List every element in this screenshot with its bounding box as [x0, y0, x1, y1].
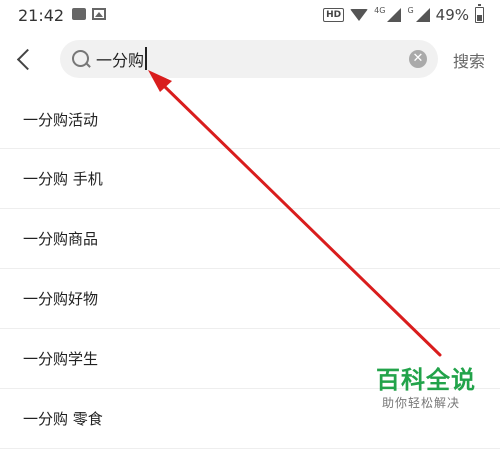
status-bar: 21:42 HD 4G G 49% — [0, 0, 500, 32]
suggestion-item[interactable]: 一分购 手机 — [0, 149, 500, 209]
suggestion-item[interactable]: 一分购好物 — [0, 269, 500, 329]
status-time: 21:42 — [18, 6, 65, 25]
message-notification-icon — [72, 8, 86, 20]
battery-percent: 49% — [435, 6, 469, 24]
search-button[interactable]: 搜索 — [453, 48, 485, 72]
battery-icon — [475, 4, 484, 23]
watermark-subtitle: 助你轻松解决 — [382, 396, 461, 410]
network-g-label: G — [407, 6, 414, 15]
search-icon — [72, 50, 89, 67]
back-button[interactable] — [12, 44, 40, 74]
status-right: HD 4G G 49% — [323, 4, 484, 24]
signal-icon-2 — [415, 8, 430, 22]
watermark-title: 百科全说 — [376, 366, 476, 394]
suggestion-item[interactable]: 一分购商品 — [0, 209, 500, 269]
text-cursor — [145, 47, 147, 70]
suggestion-item[interactable]: 一分购活动 — [0, 90, 500, 149]
search-input[interactable] — [96, 46, 396, 72]
image-notification-icon — [92, 8, 106, 20]
chevron-left-icon — [16, 48, 39, 71]
signal-icon — [387, 8, 402, 22]
network-4g-label: 4G — [374, 6, 386, 15]
clear-icon[interactable]: ✕ — [409, 50, 427, 68]
search-box[interactable] — [60, 40, 438, 78]
wifi-icon — [350, 9, 369, 21]
notification-icons — [72, 8, 106, 20]
hd-call-icon: HD — [323, 8, 345, 22]
